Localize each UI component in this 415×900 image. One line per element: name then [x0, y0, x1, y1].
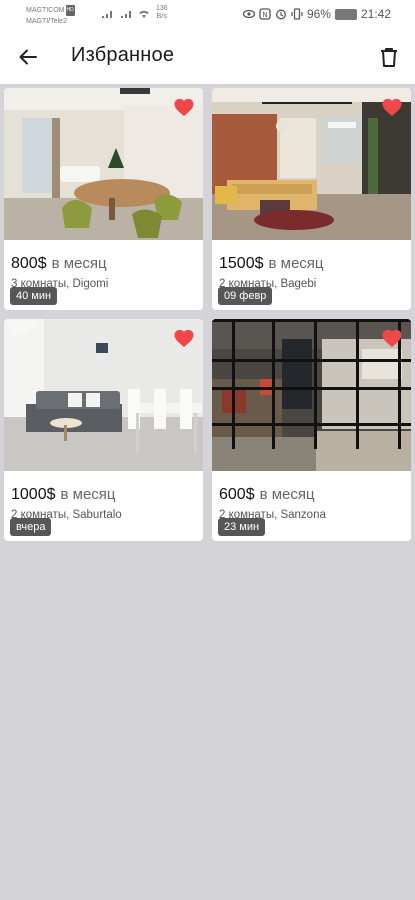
carrier-1: MAGTICOM — [26, 7, 65, 14]
signal-icon — [102, 11, 112, 18]
listing-description: 3 комнаты, Digomi — [11, 278, 109, 290]
nfc-icon: N — [259, 8, 271, 20]
price-period: в месяц — [60, 486, 116, 503]
price-period: в месяц — [51, 255, 107, 272]
price: 600$ — [219, 486, 255, 503]
delete-all-button[interactable] — [375, 43, 403, 71]
eye-icon — [242, 9, 255, 19]
price-line: 600$ в месяц — [219, 486, 315, 504]
favorite-heart-icon[interactable] — [173, 97, 195, 117]
svg-text:N: N — [262, 11, 267, 19]
price-line: 1000$ в месяц — [11, 486, 116, 504]
vibrate-icon — [291, 8, 303, 20]
listing-card[interactable]: 23 мин 600$ в месяц 2 комнаты, Sanzona — [212, 319, 411, 541]
favorite-heart-icon[interactable] — [381, 328, 403, 348]
price: 1500$ — [219, 255, 264, 272]
price: 1000$ — [11, 486, 56, 503]
favorite-heart-icon[interactable] — [173, 328, 195, 348]
favorite-heart-icon[interactable] — [381, 97, 403, 117]
price-line: 1500$ в месяц — [219, 255, 324, 273]
page-title: Избранное — [71, 44, 175, 66]
price-period: в месяц — [268, 255, 324, 272]
listing-description: 2 комнаты, Sanzona — [219, 509, 326, 521]
listing-description: 2 комнаты, Saburtalo — [11, 509, 122, 521]
listing-card[interactable]: вчера 1000$ в месяц 2 комнаты, Saburtalo — [4, 319, 203, 541]
app-bar: Избранное — [0, 30, 415, 84]
battery-percent: 96% — [306, 7, 331, 21]
price-period: в месяц — [259, 486, 315, 503]
clock: 21:42 — [360, 7, 391, 21]
hd-badge: HD — [65, 5, 75, 16]
trash-icon — [381, 48, 397, 67]
price-line: 800$ в месяц — [11, 255, 107, 273]
price: 800$ — [11, 255, 47, 272]
wifi-icon — [139, 10, 149, 18]
listing-description: 2 комнаты, Bagebi — [219, 278, 317, 290]
listing-card[interactable]: 40 мин 800$ в месяц 3 комнаты, Digomi — [4, 88, 203, 310]
status-right: N 96% 21:42 — [242, 7, 391, 21]
carrier-info: MAGTICOM HD MAGTI/Tele2 — [26, 5, 75, 27]
status-bar: MAGTICOM HD MAGTI/Tele2 136 B/s N 96% 21:… — [0, 0, 415, 30]
back-button[interactable] — [14, 43, 42, 71]
system-navigation-bar — [0, 860, 415, 900]
battery-icon — [334, 8, 357, 20]
arrow-left-icon — [19, 49, 37, 65]
network-speed: 136 B/s — [156, 5, 168, 20]
alarm-icon — [275, 9, 286, 20]
listing-card[interactable]: 09 февр 1500$ в месяц 2 комнаты, Bagebi — [212, 88, 411, 310]
signal-icon — [121, 11, 131, 18]
carrier-2: MAGTI/Tele2 — [26, 18, 67, 25]
